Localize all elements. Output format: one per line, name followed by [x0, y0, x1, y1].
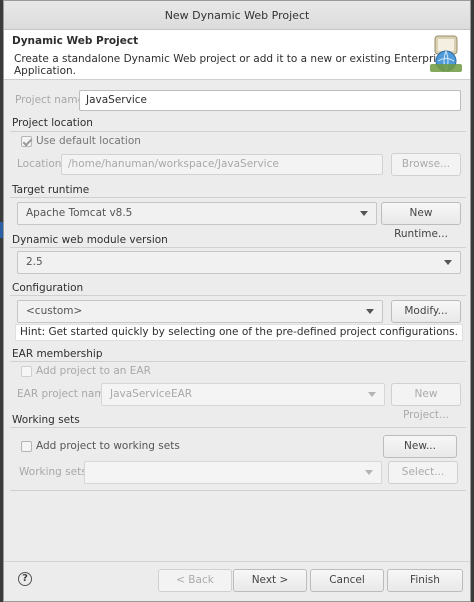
add-to-working-sets-label: Add project to working sets [36, 440, 180, 452]
add-to-ear-label: Add project to an EAR [36, 365, 151, 377]
new-runtime-button[interactable]: New Runtime... [381, 202, 461, 240]
chevron-down-icon [360, 211, 368, 216]
target-runtime-value: Apache Tomcat v8.5 [26, 207, 133, 219]
project-name-input[interactable]: JavaService [79, 90, 461, 111]
location-label: Location: [17, 158, 65, 170]
ear-project-name-value: JavaServiceEAR [110, 388, 193, 400]
ear-project-name-select[interactable]: JavaServiceEAR [101, 383, 385, 406]
module-version-group [10, 247, 466, 248]
chevron-down-icon [444, 260, 452, 265]
cancel-button[interactable]: Cancel [310, 569, 384, 592]
location-input[interactable]: /home/hanuman/workspace/JavaService [61, 154, 383, 175]
working-sets-group-bottom [10, 490, 466, 491]
module-version-value: 2.5 [26, 256, 43, 268]
add-to-working-sets-checkbox[interactable] [21, 441, 32, 452]
project-name-label: Project name: [15, 94, 88, 106]
help-icon[interactable]: ? [18, 572, 32, 586]
working-sets-group-title: Working sets [12, 414, 80, 426]
project-location-group-title: Project location [12, 117, 93, 129]
configuration-value: <custom> [26, 305, 83, 317]
use-default-location-label: Use default location [36, 135, 141, 147]
add-to-ear-checkbox[interactable] [21, 366, 32, 377]
modify-button[interactable]: Modify... [391, 300, 461, 323]
configuration-select[interactable]: <custom> [17, 300, 383, 323]
working-sets-select[interactable] [84, 461, 382, 484]
browse-button[interactable]: Browse... [391, 153, 461, 176]
configuration-hint: Hint: Get started quickly by selecting o… [15, 324, 463, 341]
working-sets-label: Working sets: [19, 466, 91, 478]
chevron-down-icon [368, 392, 376, 397]
back-button[interactable]: < Back [158, 569, 232, 592]
chevron-down-icon [365, 470, 373, 475]
ear-membership-group [10, 361, 466, 362]
configuration-group-title: Configuration [12, 282, 84, 294]
select-working-sets-button[interactable]: Select... [388, 461, 458, 484]
dialog-window: New Dynamic Web Project Dynamic Web Proj… [3, 0, 471, 602]
new-working-set-button[interactable]: New... [383, 435, 457, 458]
footer-separator [4, 561, 470, 562]
banner-description: Create a standalone Dynamic Web project … [14, 53, 449, 77]
window-title: New Dynamic Web Project [4, 1, 470, 30]
module-version-group-title: Dynamic web module version [12, 234, 168, 246]
ear-project-name-label: EAR project name: [17, 388, 115, 400]
finish-button[interactable]: Finish [387, 569, 463, 592]
next-button[interactable]: Next > [233, 569, 307, 592]
target-runtime-group-title: Target runtime [12, 184, 90, 196]
ear-membership-group-title: EAR membership [12, 348, 103, 360]
chevron-down-icon [366, 309, 374, 314]
working-sets-group [10, 427, 466, 428]
banner-heading: Dynamic Web Project [12, 35, 139, 47]
use-default-location-checkbox[interactable] [21, 136, 32, 147]
target-runtime-select[interactable]: Apache Tomcat v8.5 [17, 202, 377, 225]
configuration-group [10, 295, 466, 296]
web-project-wizard-icon [430, 35, 462, 72]
wizard-banner: Dynamic Web Project Create a standalone … [4, 30, 470, 80]
target-runtime-group [10, 197, 466, 198]
project-location-group [10, 131, 466, 132]
new-ear-project-button[interactable]: New Project... [391, 383, 461, 421]
module-version-select[interactable]: 2.5 [17, 251, 461, 274]
